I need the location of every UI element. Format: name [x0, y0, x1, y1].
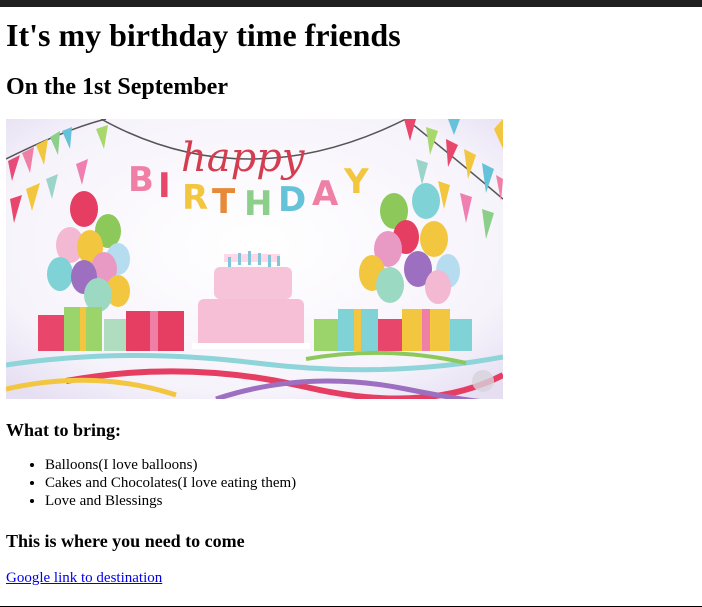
bring-heading: What to bring:: [6, 420, 122, 440]
page-title: It's my birthday time friends: [6, 17, 401, 53]
destination-link[interactable]: Google link to destination: [6, 569, 162, 587]
location-heading: This is where you need to come: [6, 531, 245, 551]
page-content: It's my birthday time friends On the 1st…: [6, 7, 702, 587]
birthday-banner-image: happy B I R T H D A Y: [6, 119, 503, 399]
svg-text:B: B: [128, 160, 154, 200]
svg-text:T: T: [212, 182, 236, 222]
bring-list: Balloons(I love balloons) Cakes and Choc…: [6, 456, 702, 510]
list-item: Love and Blessings: [45, 492, 702, 510]
svg-text:Y: Y: [343, 162, 369, 202]
svg-text:D: D: [278, 180, 306, 220]
list-item: Cakes and Chocolates(I love eating them): [45, 474, 702, 492]
page-subtitle: On the 1st September: [6, 74, 228, 100]
browser-top-bar: [0, 0, 702, 7]
list-item: Balloons(I love balloons): [45, 456, 702, 474]
banner-happy-text: happy: [181, 135, 306, 181]
svg-text:H: H: [244, 184, 272, 224]
svg-text:I: I: [158, 166, 171, 206]
svg-text:A: A: [312, 174, 339, 214]
svg-text:R: R: [182, 178, 208, 218]
